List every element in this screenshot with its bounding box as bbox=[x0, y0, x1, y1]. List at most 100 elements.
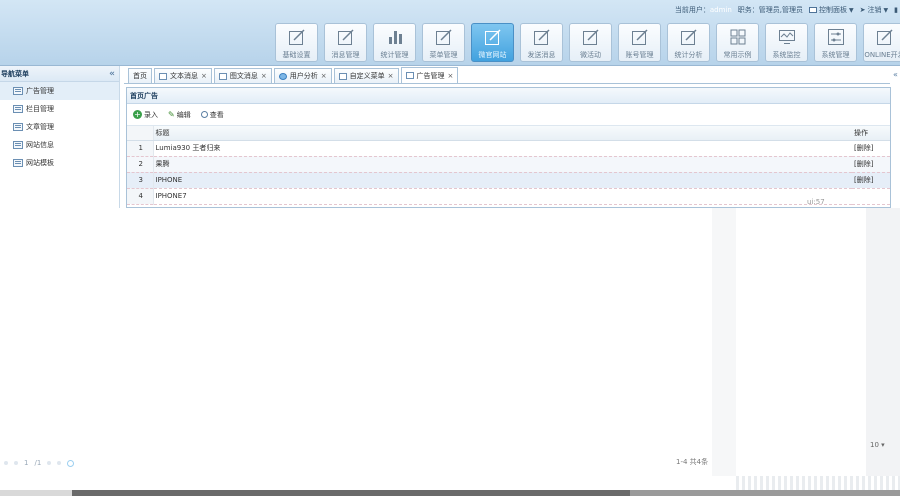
sidebar-header: 导航菜单 « bbox=[0, 66, 119, 82]
close-icon[interactable]: × bbox=[388, 72, 394, 80]
table-row[interactable]: 3 IPHONE [删除] bbox=[127, 172, 890, 189]
table-row[interactable]: 2 果腾 [删除] bbox=[127, 156, 890, 173]
panel-title: 首页广告 bbox=[127, 88, 890, 104]
tab[interactable]: 文本消息 × bbox=[154, 68, 212, 83]
pager-controls: 1 /1 bbox=[0, 455, 140, 471]
toolbar-button[interactable]: 消息管理 bbox=[324, 23, 367, 62]
view-button[interactable]: 查看 bbox=[200, 110, 224, 120]
tab-label: 自定义菜单 bbox=[349, 72, 385, 80]
list-icon bbox=[13, 123, 23, 131]
tab-label: 文本消息 bbox=[170, 72, 198, 80]
window-icon bbox=[159, 72, 167, 80]
monitor-icon bbox=[778, 30, 795, 44]
row-number: 3 bbox=[127, 172, 154, 189]
module-toolbar: 基础设置 消息管理 统计管理 菜单管理 微官网站 发送消息 微活动 账号管理 统计分析 常用示例 系… bbox=[275, 23, 900, 62]
bar-chart-icon bbox=[388, 31, 402, 44]
page-input[interactable]: 1 bbox=[24, 459, 28, 467]
add-button[interactable]: + 录入 bbox=[133, 110, 158, 120]
edit-icon bbox=[876, 29, 893, 45]
tab-label: 首页 bbox=[133, 72, 147, 80]
sidebar-item[interactable]: 栏目管理 bbox=[0, 100, 119, 118]
toolbar-button-label: 菜单管理 bbox=[429, 51, 458, 59]
toolbar-button[interactable]: 账号管理 bbox=[618, 23, 661, 62]
toolbar-button-label: 发送消息 bbox=[527, 51, 556, 59]
blank-area bbox=[712, 208, 736, 476]
tab[interactable]: 自定义菜单 × bbox=[333, 68, 399, 83]
row-number-header bbox=[127, 126, 154, 141]
close-icon[interactable]: × bbox=[321, 72, 327, 80]
stray-text: ui:57 bbox=[807, 198, 825, 206]
next-page-icon[interactable] bbox=[47, 461, 52, 465]
delete-link[interactable]: [删除] bbox=[852, 156, 890, 173]
toolbar-button[interactable]: 常用示例 bbox=[716, 23, 759, 62]
sidebar-item-label: 栏目管理 bbox=[26, 105, 54, 113]
collapse-icon[interactable]: « bbox=[109, 69, 115, 79]
table-row[interactable]: 4 IPHONE7 bbox=[127, 188, 890, 205]
ad-panel: 首页广告 + 录入 ✎ 编辑 查看 标题 操作 1 Lumia930 王者归来 [删除]… bbox=[126, 87, 891, 208]
current-user: 当前用户：admin bbox=[674, 6, 732, 14]
toolbar-button-label: 账号管理 bbox=[625, 51, 654, 59]
search-icon bbox=[200, 111, 208, 118]
toolbar-button[interactable]: 统计管理 bbox=[373, 23, 416, 62]
ad-table: 标题 操作 1 Lumia930 王者归来 [删除] 2 果腾 [删除] 3 IPHONE [删… bbox=[127, 126, 890, 205]
toolbar-button-label: 微官网站 bbox=[478, 51, 507, 59]
tab[interactable]: 首页 bbox=[128, 68, 152, 83]
sliders-icon bbox=[827, 29, 844, 45]
tab[interactable]: 图文消息 × bbox=[213, 68, 272, 83]
delete-link[interactable]: [删除] bbox=[852, 140, 890, 157]
caret-down-icon: ▼ bbox=[849, 6, 854, 14]
toolbar-button[interactable]: ONLINE开发 bbox=[863, 23, 900, 62]
toolbar-button[interactable]: 系统监控 bbox=[765, 23, 808, 62]
list-icon bbox=[13, 159, 23, 167]
tab[interactable]: 广告管理 × bbox=[400, 67, 459, 83]
control-panel-menu[interactable]: 控制面板 ▼ bbox=[809, 5, 854, 15]
toolbar-button-label: 基础设置 bbox=[282, 51, 311, 59]
list-icon bbox=[13, 87, 23, 95]
edit-button[interactable]: ✎ 编辑 bbox=[168, 110, 191, 120]
toolbar-button[interactable]: 菜单管理 bbox=[422, 23, 465, 62]
sidebar-item-label: 网站信息 bbox=[26, 141, 54, 149]
grid-icon bbox=[730, 29, 745, 45]
sidebar-item[interactable]: 网站模板 bbox=[0, 154, 119, 172]
prev-page-icon[interactable] bbox=[14, 461, 18, 465]
refresh-icon[interactable] bbox=[67, 459, 75, 467]
toolbar-button-label: 统计管理 bbox=[380, 51, 409, 59]
window-icon bbox=[405, 72, 414, 79]
sidebar-items: 广告管理栏目管理文章管理网站信息网站模板 bbox=[0, 82, 119, 172]
toolbar-button-label: 常用示例 bbox=[723, 51, 752, 59]
logout-menu[interactable]: ➤ 注销 ▼ bbox=[860, 5, 889, 15]
close-icon[interactable]: × bbox=[201, 72, 207, 80]
delete-link[interactable]: [删除] bbox=[852, 172, 890, 189]
toolbar-button[interactable]: 系统管理 bbox=[814, 23, 857, 62]
tab[interactable]: 用户分析 × bbox=[273, 68, 332, 83]
last-page-icon[interactable] bbox=[57, 461, 62, 465]
blank-area bbox=[866, 208, 900, 476]
page-size-select[interactable]: 10 ▾ bbox=[870, 441, 885, 449]
toolbar-button[interactable]: 基础设置 bbox=[275, 23, 318, 62]
edit-icon bbox=[631, 29, 648, 45]
title-column-header[interactable]: 标题 bbox=[153, 126, 852, 141]
toolbar-button[interactable]: 统计分析 bbox=[667, 23, 710, 62]
user-role: 职务：管理员,管理员 bbox=[737, 6, 804, 14]
close-icon[interactable]: × bbox=[261, 72, 267, 80]
collapse-right-icon[interactable]: « bbox=[893, 70, 898, 79]
toolbar-button[interactable]: 微官网站 bbox=[471, 23, 514, 62]
delete-link[interactable] bbox=[852, 188, 890, 205]
list-icon bbox=[13, 141, 23, 149]
toolbar-button-label: 消息管理 bbox=[331, 51, 360, 59]
tab-strip: 首页 文本消息 × 图文消息 × 用户分析 × 自定义菜单 × 广告管理 × bbox=[124, 66, 890, 84]
sidebar-item[interactable]: 文章管理 bbox=[0, 118, 119, 136]
more-icon[interactable]: ▮ bbox=[894, 6, 898, 14]
first-page-icon[interactable] bbox=[4, 461, 8, 465]
globe-icon bbox=[278, 72, 287, 80]
sidebar: 导航菜单 « 广告管理栏目管理文章管理网站信息网站模板 bbox=[0, 66, 120, 208]
sidebar-item[interactable]: 广告管理 bbox=[0, 82, 119, 100]
add-icon: + bbox=[133, 110, 142, 119]
table-row[interactable]: 1 Lumia930 王者归来 [删除] bbox=[127, 140, 890, 157]
sidebar-item[interactable]: 网站信息 bbox=[0, 136, 119, 154]
toolbar-button[interactable]: 微活动 bbox=[569, 23, 612, 62]
toolbar-button[interactable]: 发送消息 bbox=[520, 23, 563, 62]
page-count: /1 bbox=[34, 459, 42, 467]
close-icon[interactable]: × bbox=[448, 72, 454, 80]
bottom-artifact bbox=[736, 476, 900, 490]
